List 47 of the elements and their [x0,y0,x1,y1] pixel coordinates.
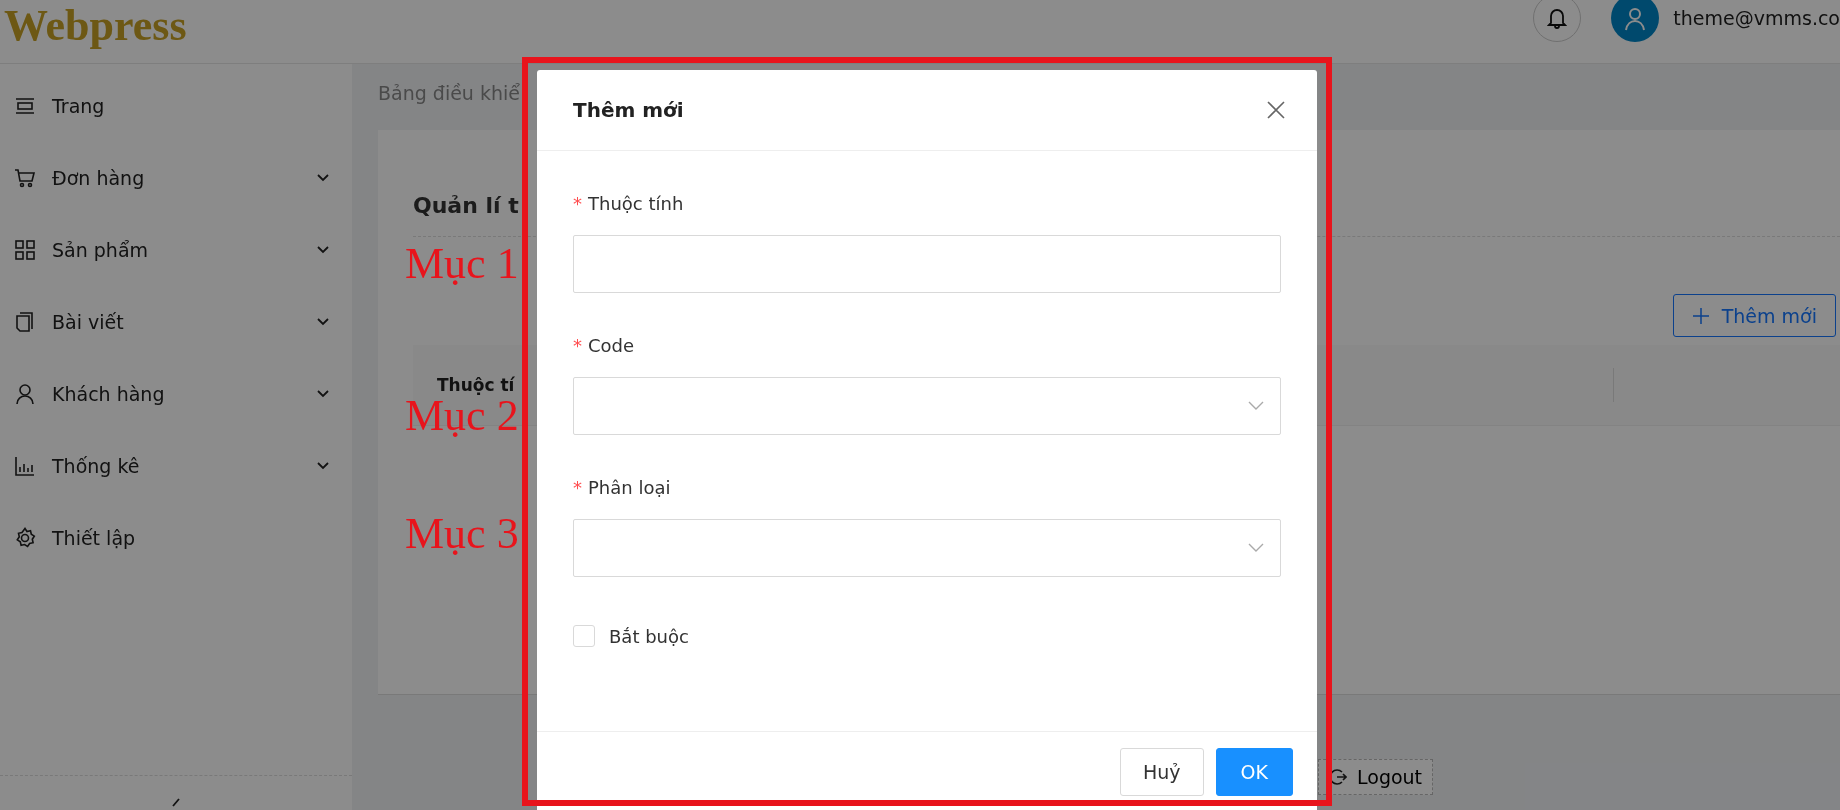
chevron-down-icon [316,245,330,255]
logout-icon [1329,768,1347,786]
annotation-label: Mục 2 [405,394,519,438]
gear-icon [14,527,36,549]
sidebar-item[interactable]: Sản phẩm [0,214,352,286]
input-field[interactable] [573,235,1281,293]
add-button[interactable]: Thêm mới [1672,294,1836,337]
bar-chart-icon [14,455,36,477]
chevron-down-icon [1248,401,1264,411]
select-field[interactable] [573,519,1281,577]
chevron-down-icon [316,317,330,327]
grid-icon [14,239,36,261]
required-mark: * [573,193,582,214]
page-icon [14,95,36,117]
chevron-down-icon [316,461,330,471]
dialog-title: Thêm mới [573,98,684,122]
dialog: Thêm mới * Thuộc tính * Code * Phân loại Bắt buộc Huỷ OK [537,70,1317,810]
select-field[interactable] [573,377,1281,435]
chevron-down-icon [1248,543,1264,553]
chevron-down-icon [316,389,330,399]
sidebar-item[interactable]: Bài viết [0,286,352,358]
sidebar-item[interactable]: Thống kê [0,430,352,502]
sidebar-item[interactable]: Đơn hàng [0,142,352,214]
user-icon [14,383,36,405]
cancel-button[interactable]: Huỷ [1120,748,1204,796]
avatar-icon[interactable] [1611,0,1660,42]
cart-icon [14,167,36,189]
user-email[interactable]: theme@vmms.co [1673,7,1840,29]
chevron-down-icon [316,173,330,183]
required-mark: * [573,477,582,498]
checkbox-label: Bắt buộc [609,625,689,647]
bell-icon [1547,7,1568,29]
sidebar-item[interactable]: Trang [0,70,352,142]
logout-button[interactable]: Logout [1318,759,1434,795]
annotation-label: Mục 3 [405,512,519,556]
document-icon [14,311,36,333]
ok-button[interactable]: OK [1215,748,1293,796]
required-mark: * [573,335,582,356]
close-button[interactable] [1265,99,1287,121]
annotation-label: Mục 1 [405,242,519,286]
plus-icon [1691,306,1710,325]
column-header: Thuộc tí [437,375,516,395]
logo: Webpress [3,0,187,52]
checkbox[interactable] [573,625,595,647]
sidebar-item[interactable]: Khách hàng [0,358,352,430]
notification-button[interactable] [1533,0,1582,42]
sidebar-item[interactable]: Thiết lập [0,502,352,574]
